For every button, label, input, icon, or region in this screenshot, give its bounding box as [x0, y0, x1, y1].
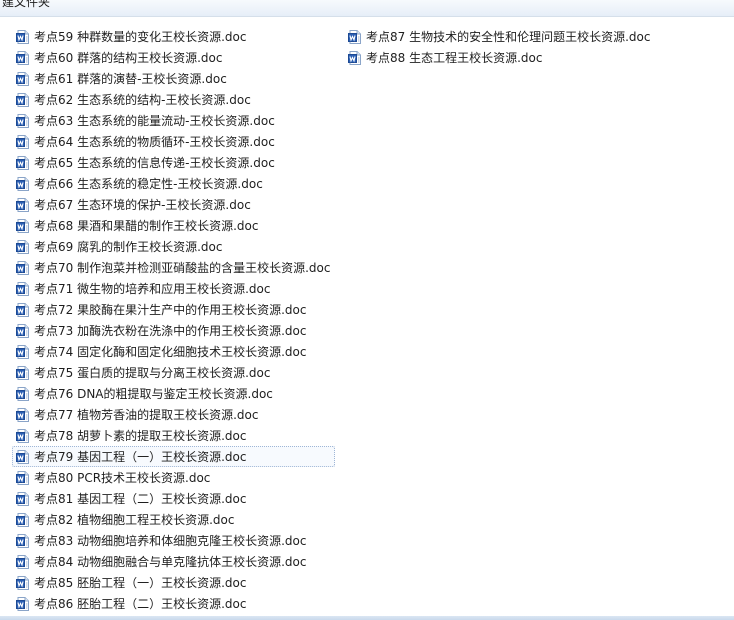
file-name-label: 考点60 群落的结构王校长资源.doc	[34, 50, 223, 65]
file-item[interactable]: 考点85 胚胎工程（一）王校长资源.doc	[12, 572, 335, 593]
file-item[interactable]: 考点80 PCR技术王校长资源.doc	[12, 467, 335, 488]
file-item[interactable]: 考点86 胚胎工程（二）王校长资源.doc	[12, 593, 335, 614]
file-name-label: 考点81 基因工程（二）王校长资源.doc	[34, 491, 247, 506]
word-document-icon	[348, 50, 361, 65]
word-document-icon	[16, 512, 29, 527]
file-name-label: 考点73 加酶洗衣粉在洗涤中的作用王校长资源.doc	[34, 323, 307, 338]
file-item[interactable]: 考点60 群落的结构王校长资源.doc	[12, 47, 335, 68]
file-item[interactable]: 考点64 生态系统的物质循环-王校长资源.doc	[12, 131, 335, 152]
file-item[interactable]: 考点75 蛋白质的提取与分离王校长资源.doc	[12, 362, 335, 383]
file-name-label: 考点79 基因工程（一）王校长资源.doc	[34, 449, 247, 464]
file-name-label: 考点80 PCR技术王校长资源.doc	[34, 470, 211, 485]
file-item[interactable]: 考点82 植物细胞工程王校长资源.doc	[12, 509, 335, 530]
word-document-icon	[16, 71, 29, 86]
word-document-icon	[16, 50, 29, 65]
word-document-icon	[16, 281, 29, 296]
file-item[interactable]: 考点84 动物细胞融合与单克隆抗体王校长资源.doc	[12, 551, 335, 572]
file-item[interactable]: 考点70 制作泡菜并检测亚硝酸盐的含量王校长资源.doc	[12, 257, 335, 278]
file-name-label: 考点63 生态系统的能量流动-王校长资源.doc	[34, 113, 275, 128]
file-name-label: 考点75 蛋白质的提取与分离王校长资源.doc	[34, 365, 271, 380]
file-item[interactable]: 考点77 植物芳香油的提取王校长资源.doc	[12, 404, 335, 425]
toolbar: 建文件夹	[0, 0, 734, 17]
word-document-icon	[16, 239, 29, 254]
file-name-label: 考点66 生态系统的稳定性-王校长资源.doc	[34, 176, 263, 191]
file-item[interactable]: 考点67 生态环境的保护-王校长资源.doc	[12, 194, 335, 215]
word-document-icon	[16, 323, 29, 338]
word-document-icon	[16, 596, 29, 611]
file-name-label: 考点84 动物细胞融合与单克隆抗体王校长资源.doc	[34, 554, 307, 569]
file-name-label: 考点82 植物细胞工程王校长资源.doc	[34, 512, 235, 527]
file-item[interactable]: 考点63 生态系统的能量流动-王校长资源.doc	[12, 110, 335, 131]
file-item[interactable]: 考点88 生态工程王校长资源.doc	[344, 47, 655, 68]
word-document-icon	[348, 29, 361, 44]
file-name-label: 考点87 生物技术的安全性和伦理问题王校长资源.doc	[366, 29, 651, 44]
file-name-label: 考点61 群落的演替-王校长资源.doc	[34, 71, 227, 86]
file-name-label: 考点83 动物细胞培养和体细胞克隆王校长资源.doc	[34, 533, 307, 548]
file-item[interactable]: 考点73 加酶洗衣粉在洗涤中的作用王校长资源.doc	[12, 320, 335, 341]
file-name-label: 考点88 生态工程王校长资源.doc	[366, 50, 543, 65]
file-name-label: 考点76 DNA的粗提取与鉴定王校长资源.doc	[34, 386, 273, 401]
word-document-icon	[16, 92, 29, 107]
word-document-icon	[16, 302, 29, 317]
word-document-icon	[16, 134, 29, 149]
file-item[interactable]: 考点78 胡萝卜素的提取王校长资源.doc	[12, 425, 335, 446]
file-column-1: 考点59 种群数量的变化王校长资源.doc 考点60 群落的结构王校长资源.doc…	[12, 26, 336, 614]
file-item[interactable]: 考点76 DNA的粗提取与鉴定王校长资源.doc	[12, 383, 335, 404]
file-column-2: 考点87 生物技术的安全性和伦理问题王校长资源.doc 考点88 生态工程王校长资…	[344, 26, 655, 68]
file-item[interactable]: 考点87 生物技术的安全性和伦理问题王校长资源.doc	[344, 26, 655, 47]
word-document-icon	[16, 533, 29, 548]
file-name-label: 考点71 微生物的培养和应用王校长资源.doc	[34, 281, 271, 296]
word-document-icon	[16, 260, 29, 275]
file-name-label: 考点67 生态环境的保护-王校长资源.doc	[34, 197, 251, 212]
word-document-icon	[16, 197, 29, 212]
file-name-label: 考点69 腐乳的制作王校长资源.doc	[34, 239, 223, 254]
file-name-label: 考点68 果酒和果醋的制作王校长资源.doc	[34, 218, 259, 233]
word-document-icon	[16, 470, 29, 485]
word-document-icon	[16, 386, 29, 401]
file-item[interactable]: 考点69 腐乳的制作王校长资源.doc	[12, 236, 335, 257]
word-document-icon	[16, 407, 29, 422]
file-item[interactable]: 考点83 动物细胞培养和体细胞克隆王校长资源.doc	[12, 530, 335, 551]
new-folder-button[interactable]: 建文件夹	[0, 0, 52, 11]
file-item[interactable]: 考点79 基因工程（一）王校长资源.doc	[12, 446, 336, 467]
file-name-label: 考点64 生态系统的物质循环-王校长资源.doc	[34, 134, 275, 149]
word-document-icon	[16, 365, 29, 380]
word-document-icon	[16, 29, 29, 44]
word-document-icon	[16, 449, 29, 464]
file-item[interactable]: 考点71 微生物的培养和应用王校长资源.doc	[12, 278, 335, 299]
file-name-label: 考点65 生态系统的信息传递-王校长资源.doc	[34, 155, 275, 170]
file-name-label: 考点72 果胶酶在果汁生产中的作用王校长资源.doc	[34, 302, 307, 317]
file-name-label: 考点85 胚胎工程（一）王校长资源.doc	[34, 575, 247, 590]
file-item[interactable]: 考点66 生态系统的稳定性-王校长资源.doc	[12, 173, 335, 194]
word-document-icon	[16, 176, 29, 191]
file-name-label: 考点74 固定化酶和固定化细胞技术王校长资源.doc	[34, 344, 307, 359]
file-item[interactable]: 考点61 群落的演替-王校长资源.doc	[12, 68, 335, 89]
word-document-icon	[16, 344, 29, 359]
word-document-icon	[16, 155, 29, 170]
word-document-icon	[16, 218, 29, 233]
file-name-label: 考点77 植物芳香油的提取王校长资源.doc	[34, 407, 259, 422]
word-document-icon	[16, 428, 29, 443]
file-item[interactable]: 考点68 果酒和果醋的制作王校长资源.doc	[12, 215, 335, 236]
file-item[interactable]: 考点72 果胶酶在果汁生产中的作用王校长资源.doc	[12, 299, 335, 320]
file-name-label: 考点78 胡萝卜素的提取王校长资源.doc	[34, 428, 247, 443]
word-document-icon	[16, 554, 29, 569]
file-item[interactable]: 考点62 生态系统的结构-王校长资源.doc	[12, 89, 335, 110]
file-list-pane[interactable]: 考点59 种群数量的变化王校长资源.doc 考点60 群落的结构王校长资源.doc…	[0, 17, 734, 616]
file-name-label: 考点59 种群数量的变化王校长资源.doc	[34, 29, 247, 44]
file-name-label: 考点86 胚胎工程（二）王校长资源.doc	[34, 596, 247, 611]
file-item[interactable]: 考点59 种群数量的变化王校长资源.doc	[12, 26, 335, 47]
file-name-label: 考点70 制作泡菜并检测亚硝酸盐的含量王校长资源.doc	[34, 260, 331, 275]
file-item[interactable]: 考点74 固定化酶和固定化细胞技术王校长资源.doc	[12, 341, 335, 362]
word-document-icon	[16, 113, 29, 128]
file-name-label: 考点62 生态系统的结构-王校长资源.doc	[34, 92, 251, 107]
pane-bottom-border	[0, 616, 734, 620]
file-item[interactable]: 考点65 生态系统的信息传递-王校长资源.doc	[12, 152, 335, 173]
word-document-icon	[16, 491, 29, 506]
word-document-icon	[16, 575, 29, 590]
file-item[interactable]: 考点81 基因工程（二）王校长资源.doc	[12, 488, 335, 509]
